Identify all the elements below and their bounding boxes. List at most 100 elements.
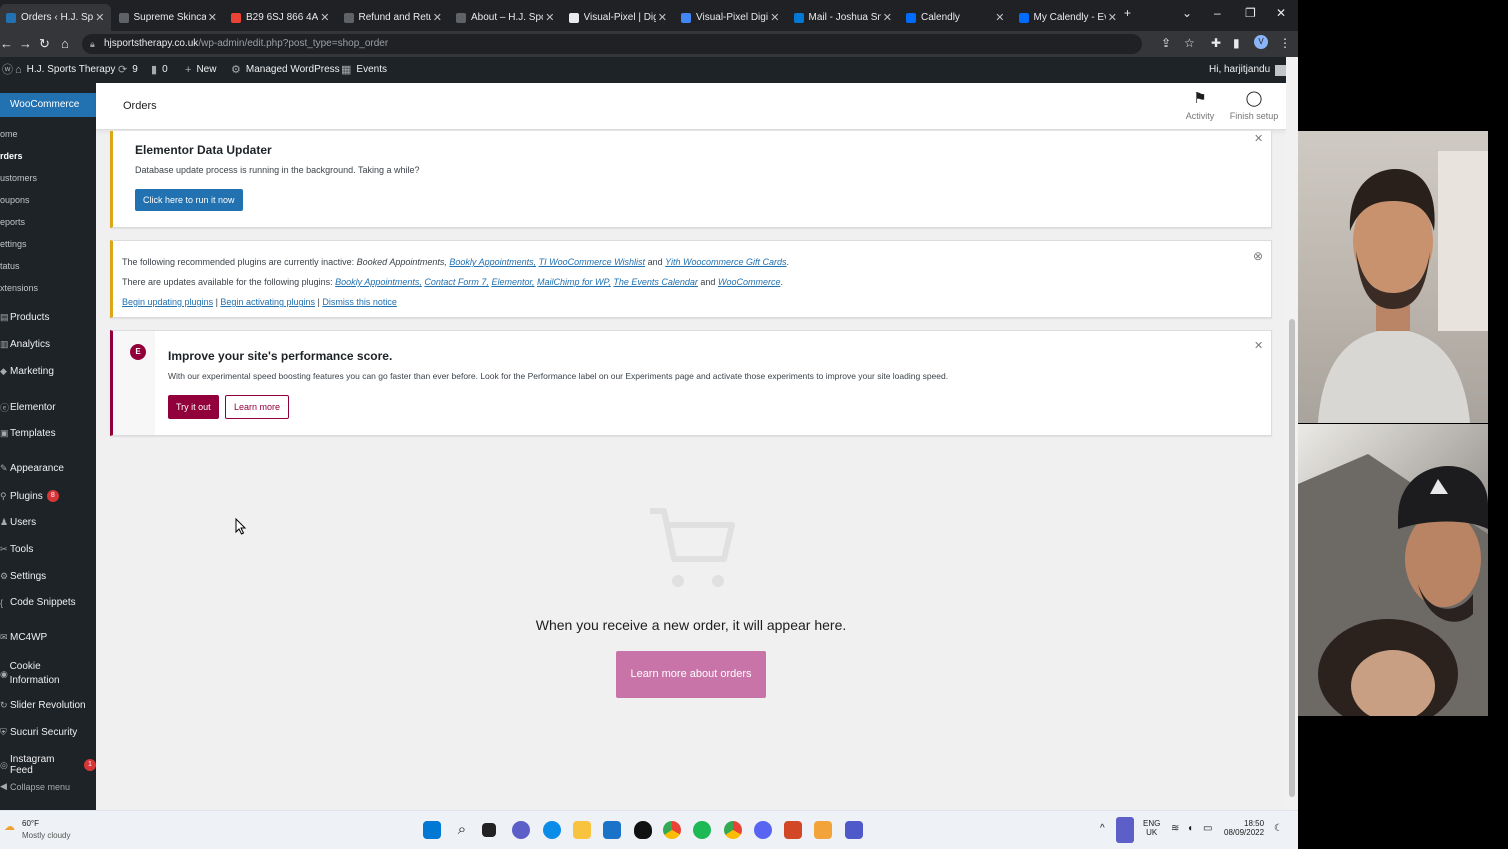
sidebar-item-settings[interactable]: ⚙ Settings xyxy=(0,571,46,582)
teams-icon[interactable] xyxy=(845,821,863,839)
browser-tab[interactable]: Visual-Pixel | Digital✕ xyxy=(563,4,674,31)
page-scrollbar[interactable] xyxy=(1286,57,1298,810)
weather-desc[interactable]: Mostly cloudy xyxy=(22,831,70,840)
reload-icon[interactable]: ↻ xyxy=(39,36,50,52)
sidebar-item-instagram-feed[interactable]: ◎ Instagram Feed 1 xyxy=(0,754,96,776)
learn-more-button[interactable]: Learn more xyxy=(225,395,290,419)
alienware-icon[interactable] xyxy=(634,821,652,839)
submenu-item[interactable]: xtensions xyxy=(0,283,38,293)
plugin-link[interactable]: TI WooCommerce Wishlist xyxy=(539,257,645,267)
site-name-link[interactable]: ⌂ H.J. Sports Therapy xyxy=(15,57,115,83)
discord-icon[interactable] xyxy=(754,821,772,839)
try-it-out-button[interactable]: Try it out xyxy=(168,395,219,419)
plugin-link[interactable]: Elementor, xyxy=(491,277,534,287)
new-content-link[interactable]: + New xyxy=(185,57,216,83)
address-bar[interactable]: 🔒︎ hjsportstherapy.co.uk/wp-admin/edit.p… xyxy=(82,34,1142,54)
sidebar-item-users[interactable]: ♟ Users xyxy=(0,517,36,528)
sidebar-item-woocommerce[interactable]: WooCommerce xyxy=(0,93,103,117)
battery-icon[interactable]: ▭ xyxy=(1203,823,1212,834)
browser-tab[interactable]: Refund and Returns✕ xyxy=(338,4,449,31)
wifi-icon[interactable]: ≋ xyxy=(1171,823,1179,834)
tab-search-icon[interactable]: ⌄ xyxy=(1182,6,1192,20)
plugin-link[interactable]: Bookly Appointments, xyxy=(449,257,536,267)
tab-close-icon[interactable]: ✕ xyxy=(995,11,1004,24)
tab-close-icon[interactable]: ✕ xyxy=(545,11,554,24)
weather-temp[interactable]: 60°F xyxy=(22,819,39,828)
close-window-button[interactable]: ✕ xyxy=(1276,6,1286,20)
dismiss-icon[interactable]: ✕ xyxy=(1254,339,1263,352)
forward-icon[interactable]: → xyxy=(19,36,32,51)
sidebar-item-plugins[interactable]: ⚲ Plugins 8 xyxy=(0,490,59,502)
submenu-item[interactable]: ome xyxy=(0,129,18,139)
plugin-link[interactable]: WooCommerce xyxy=(718,277,781,287)
snipping-tool-icon[interactable] xyxy=(814,821,832,839)
sidebar-item-sucuri-security[interactable]: ⛨ Sucuri Security xyxy=(0,727,77,738)
tab-close-icon[interactable]: ✕ xyxy=(770,11,779,24)
submenu-item[interactable]: ustomers xyxy=(0,173,37,183)
clock[interactable]: 18:50 08/09/2022 xyxy=(1224,819,1264,837)
sidebar-item-products[interactable]: ▤ Products xyxy=(0,312,49,323)
activity-button[interactable]: ⚑ Activity xyxy=(1175,89,1225,121)
plugin-link[interactable]: The Events Calendar xyxy=(613,277,698,287)
browser-tab[interactable]: Supreme Skincare✕ xyxy=(113,4,224,31)
updates-link[interactable]: ⟳ 9 xyxy=(118,57,138,83)
browser-tab[interactable]: Mail - Joshua Smith✕ xyxy=(788,4,899,31)
submenu-item[interactable]: eports xyxy=(0,217,25,227)
comments-link[interactable]: ▮ 0 xyxy=(151,57,168,83)
language-indicator[interactable]: ENG UK xyxy=(1143,819,1160,837)
tab-close-icon[interactable]: ✕ xyxy=(658,11,667,24)
browser-tab[interactable]: Orders ‹ H.J. Sports✕ xyxy=(0,4,111,31)
dismiss-icon[interactable]: ✕ xyxy=(1254,132,1263,145)
share-icon[interactable]: ⇪ xyxy=(1161,36,1171,50)
begin-updating-link[interactable]: Begin updating plugins xyxy=(122,297,213,307)
submenu-item[interactable]: oupons xyxy=(0,195,30,205)
events-link[interactable]: ▦ Events xyxy=(341,57,387,83)
browser-menu-icon[interactable]: ⋮ xyxy=(1279,36,1291,50)
sidebar-item-elementor[interactable]: ⓔ Elementor xyxy=(0,401,56,414)
search-icon[interactable]: ⌕ xyxy=(453,821,471,839)
plugin-link[interactable]: Yith Woocommerce Gift Cards xyxy=(665,257,786,267)
learn-more-orders-button[interactable]: Learn more about orders xyxy=(616,651,766,698)
sidebar-item-analytics[interactable]: ▥ Analytics xyxy=(0,339,50,350)
sidebar-item-code-snippets[interactable]: {Code Snippets xyxy=(0,597,76,608)
sidebar-item-templates[interactable]: ▣ Templates xyxy=(0,428,56,439)
volume-icon[interactable]: ◖ xyxy=(1187,823,1193,834)
managed-wordpress-link[interactable]: ⚙ Managed WordPress xyxy=(231,57,340,83)
scroll-thumb[interactable] xyxy=(1289,319,1295,797)
home-icon[interactable]: ⌂ xyxy=(61,36,69,51)
mail-icon[interactable] xyxy=(603,821,621,839)
sidebar-item-cookie-information[interactable]: ◉ Cookie Information xyxy=(0,660,90,688)
plugin-link[interactable]: MailChimp for WP, xyxy=(537,277,611,287)
run-updater-button[interactable]: Click here to run it now xyxy=(135,189,243,211)
dismiss-notice-link[interactable]: Dismiss this notice xyxy=(322,297,397,307)
restore-button[interactable]: ❐ xyxy=(1245,6,1256,20)
browser-tab[interactable]: Visual-Pixel Digital✕ xyxy=(675,4,786,31)
finish-setup-button[interactable]: ◯ Finish setup xyxy=(1229,89,1279,121)
profile-avatar[interactable]: V xyxy=(1254,35,1268,49)
extensions-icon[interactable]: ✚ xyxy=(1211,36,1221,50)
submenu-item[interactable]: tatus xyxy=(0,261,20,271)
powerpoint-icon[interactable] xyxy=(784,821,802,839)
sidebar-item-collapse-menu[interactable]: ◀ Collapse menu xyxy=(0,781,70,792)
chrome-icon[interactable] xyxy=(663,821,681,839)
submenu-item[interactable]: rders xyxy=(0,151,23,161)
dismiss-circle-icon[interactable]: ⊗ xyxy=(1253,249,1263,263)
notifications-icon[interactable]: ☾ xyxy=(1274,823,1283,834)
minimize-button[interactable]: – xyxy=(1214,6,1221,20)
new-tab-button[interactable]: + xyxy=(1124,6,1131,20)
sidebar-item-tools[interactable]: ✂ Tools xyxy=(0,544,33,555)
tab-close-icon[interactable]: ✕ xyxy=(320,11,329,24)
sidebar-item-marketing[interactable]: ◆ Marketing xyxy=(0,366,54,377)
plugin-link[interactable]: Contact Form 7, xyxy=(424,277,489,287)
chrome-active-icon[interactable] xyxy=(724,821,742,839)
plugin-link[interactable]: Bookly Appointments, xyxy=(335,277,422,287)
wp-logo-icon[interactable]: ⓦ xyxy=(2,57,13,83)
side-panel-icon[interactable]: ▮ xyxy=(1233,36,1240,50)
tab-close-icon[interactable]: ✕ xyxy=(883,11,892,24)
submenu-item[interactable]: ettings xyxy=(0,239,27,249)
sidebar-item-mc4wp[interactable]: ✉ MC4WP xyxy=(0,632,47,643)
microphone-icon[interactable] xyxy=(1116,817,1134,843)
browser-tab[interactable]: My Calendly - Events✕ xyxy=(1013,4,1124,31)
tab-close-icon[interactable]: ✕ xyxy=(208,11,217,24)
tab-close-icon[interactable]: ✕ xyxy=(1108,11,1117,24)
